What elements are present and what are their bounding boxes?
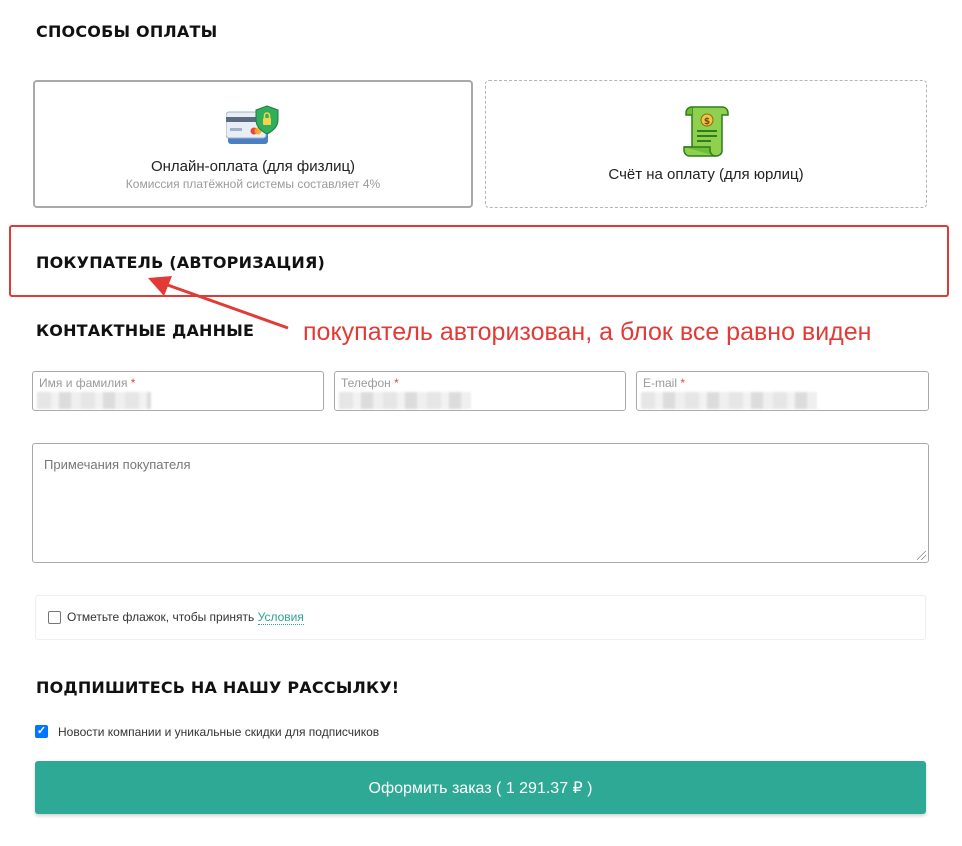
payment-option-label: Счёт на оплату (для юрлиц) bbox=[608, 166, 804, 183]
newsletter-checkbox[interactable]: ✓ bbox=[35, 725, 48, 738]
terms-checkbox[interactable] bbox=[48, 611, 61, 624]
notes-textarea[interactable]: Примечания покупателя bbox=[32, 443, 929, 563]
blurred-value bbox=[37, 392, 151, 409]
buyer-title: ПОКУПАТЕЛЬ (АВТОРИЗАЦИЯ) bbox=[36, 253, 326, 272]
notes-placeholder: Примечания покупателя bbox=[44, 457, 191, 472]
payment-option-label: Онлайн-оплата (для физлиц) bbox=[150, 158, 356, 175]
contacts-title: КОНТАКТНЫЕ ДАННЫЕ bbox=[36, 321, 255, 340]
name-field[interactable]: Имя и фамилия * bbox=[32, 371, 324, 411]
phone-field[interactable]: Телефон * bbox=[334, 371, 626, 411]
blurred-value bbox=[339, 392, 471, 409]
terms-link[interactable]: Условия bbox=[257, 610, 304, 625]
payment-option-invoice[interactable]: $ Счёт на оплату (для юрлиц) bbox=[485, 80, 927, 208]
required-mark: * bbox=[394, 376, 399, 390]
newsletter-label: Новости компании и уникальные скидки для… bbox=[58, 725, 380, 739]
terms-text: Отметьте флажок, чтобы принять bbox=[67, 610, 255, 624]
required-mark: * bbox=[130, 376, 136, 390]
terms-box: Отметьте флажок, чтобы принять Условия bbox=[35, 595, 926, 640]
credit-card-shield-icon bbox=[226, 105, 279, 144]
svg-text:$: $ bbox=[704, 117, 710, 127]
submit-order-button[interactable]: Оформить заказ ( 1 291.37 ₽ ) bbox=[35, 761, 926, 814]
phone-field-label: Телефон bbox=[341, 376, 391, 390]
email-field[interactable]: E-mail * bbox=[636, 371, 929, 411]
newsletter-title: ПОДПИШИТЕСЬ НА НАШУ РАССЫЛКУ! bbox=[36, 678, 400, 697]
payment-option-online[interactable]: Онлайн-оплата (для физлиц) Комиссия плат… bbox=[33, 80, 473, 208]
blurred-value bbox=[641, 392, 817, 409]
resize-handle-icon[interactable] bbox=[917, 551, 926, 560]
annotation-text: покупатель авторизован, а блок все равно… bbox=[303, 318, 872, 346]
payment-methods-title: СПОСОБЫ ОПЛАТЫ bbox=[36, 22, 218, 41]
name-field-label: Имя и фамилия bbox=[39, 376, 128, 390]
required-mark: * bbox=[680, 376, 686, 390]
invoice-scroll-icon: $ bbox=[683, 106, 729, 157]
email-field-label: E-mail bbox=[643, 376, 678, 390]
payment-option-sublabel: Комиссия платёжной системы составляет 4% bbox=[125, 177, 381, 191]
